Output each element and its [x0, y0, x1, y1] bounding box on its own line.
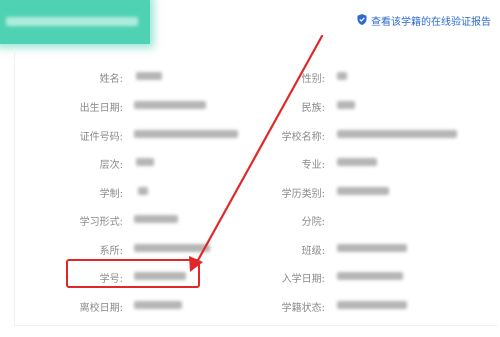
value-birthdate-redacted	[134, 101, 206, 109]
header-banner	[0, 0, 150, 44]
value-leave-date-redacted	[134, 301, 182, 309]
label-branch: 分院:	[301, 217, 325, 228]
blurred-banner-title	[6, 17, 138, 26]
label-id-number: 证件号码:	[79, 132, 123, 143]
value-degree-type-redacted	[337, 187, 389, 195]
verify-link-label: 查看该学籍的在线验证报告	[371, 17, 491, 28]
value-class-redacted	[337, 244, 407, 252]
label-status: 学籍状态:	[281, 303, 325, 314]
student-record-page: 查看该学籍的在线验证报告 姓名: 出生日期: 证件号码: 层次: 学制: 学习形…	[0, 0, 500, 337]
label-study-form: 学习形式:	[79, 217, 123, 228]
value-name-redacted	[136, 72, 162, 80]
value-level-redacted	[136, 158, 154, 166]
label-department: 系所:	[99, 246, 123, 257]
student-id-highlight-box	[66, 259, 200, 288]
value-school-redacted	[337, 130, 457, 138]
label-degree-type: 学历类别:	[281, 189, 325, 200]
label-gender: 性别:	[301, 74, 325, 85]
value-duration-redacted	[138, 187, 148, 195]
value-major-redacted	[337, 158, 377, 166]
label-class: 班级:	[301, 246, 325, 257]
label-enroll-date: 入学日期:	[281, 274, 325, 285]
value-enroll-date-redacted	[337, 272, 403, 280]
label-birthdate: 出生日期:	[79, 103, 123, 114]
value-study-form-redacted	[134, 215, 178, 223]
value-status-redacted	[337, 301, 407, 309]
label-name: 姓名:	[99, 74, 123, 85]
label-school: 学校名称:	[281, 132, 325, 143]
online-verification-report-link[interactable]: 查看该学籍的在线验证报告	[357, 13, 491, 28]
label-major: 专业:	[301, 160, 325, 171]
label-ethnicity: 民族:	[301, 103, 325, 114]
value-id-number-redacted	[134, 130, 238, 138]
shield-check-icon	[357, 13, 371, 28]
label-duration: 学制:	[99, 189, 123, 200]
value-ethnicity-redacted	[337, 101, 355, 109]
value-department-redacted	[134, 244, 210, 252]
label-level: 层次:	[99, 160, 123, 171]
value-gender-redacted	[337, 72, 347, 80]
label-leave-date: 离校日期:	[79, 303, 123, 314]
